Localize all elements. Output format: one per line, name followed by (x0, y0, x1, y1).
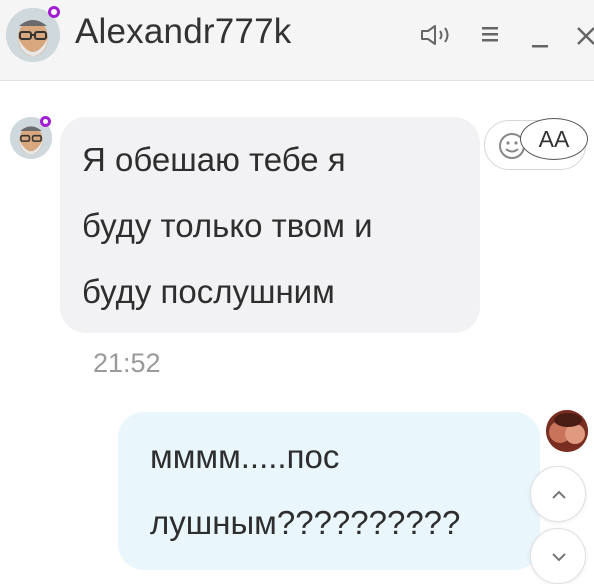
message-line: Я обешаю тебе я (82, 141, 346, 178)
message-line: буду послушним (82, 273, 335, 310)
contact-name[interactable]: Alexandr777k (75, 12, 291, 52)
online-status-icon (40, 116, 51, 127)
message-line: мммм.....пос (150, 438, 340, 475)
message-timestamp: 21:52 (93, 348, 161, 378)
menu-icon[interactable] (480, 24, 500, 47)
scroll-down-button[interactable] (530, 528, 586, 584)
text-size-badge[interactable]: AA (520, 118, 588, 160)
scroll-up-button[interactable] (530, 466, 586, 522)
speaker-icon[interactable] (420, 24, 454, 49)
my-avatar[interactable] (546, 410, 588, 452)
outgoing-message-bubble[interactable]: мммм.....пос лушным?????????? (118, 412, 540, 570)
message-line: буду только твом и (82, 207, 373, 244)
online-status-icon (48, 6, 60, 18)
chevron-up-icon (550, 487, 568, 506)
chevron-down-icon (550, 549, 568, 568)
minimize-icon[interactable] (530, 30, 550, 53)
message-line: лушным?????????? (150, 504, 461, 541)
close-icon[interactable] (576, 24, 594, 49)
incoming-message-bubble[interactable]: Я обешаю тебе я буду только твом и буду … (60, 117, 480, 333)
chat-header: Alexandr777k (0, 0, 594, 81)
